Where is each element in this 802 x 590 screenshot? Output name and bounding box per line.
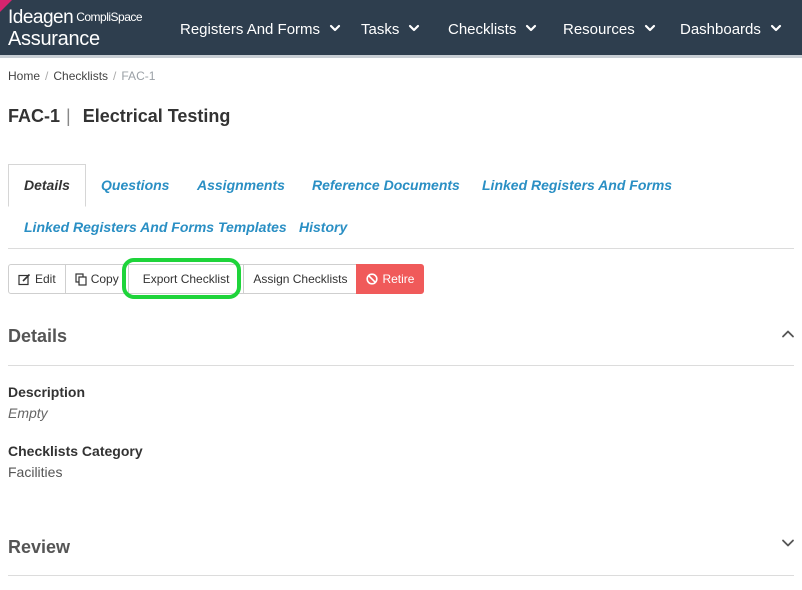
- retire-button[interactable]: Retire: [356, 264, 425, 294]
- breadcrumb-checklists[interactable]: Checklists: [53, 69, 108, 83]
- nav-checklists[interactable]: Checklists: [448, 0, 537, 58]
- nav-dashboards[interactable]: Dashboards: [680, 0, 782, 58]
- tab-questions[interactable]: Questions: [101, 177, 169, 193]
- details-section-title: Details: [8, 326, 68, 346]
- tab-history[interactable]: History: [299, 219, 347, 235]
- chevron-down-icon[interactable]: [781, 536, 795, 550]
- page-title: FAC-1 | Electrical Testing: [8, 106, 230, 127]
- nav-registers-and-forms[interactable]: Registers And Forms: [180, 0, 341, 58]
- top-navbar: Ideagen CompliSpace Assurance Registers A…: [0, 0, 802, 58]
- chevron-down-icon: [644, 24, 655, 32]
- tab-details[interactable]: Details: [8, 164, 86, 207]
- breadcrumb: Home / Checklists / FAC-1: [8, 69, 155, 83]
- breadcrumb-separator: /: [113, 69, 117, 83]
- nav-label: Registers And Forms: [180, 20, 321, 38]
- export-checklist-label: Export Checklist: [142, 272, 230, 286]
- chevron-down-icon: [526, 24, 537, 32]
- tabs-divider: [8, 248, 794, 249]
- assign-checklists-button[interactable]: Assign Checklists: [243, 264, 358, 294]
- breadcrumb-current: FAC-1: [121, 69, 156, 83]
- logo-brand: Ideagen: [8, 7, 74, 28]
- breadcrumb-home[interactable]: Home: [8, 69, 40, 83]
- tab-assignments[interactable]: Assignments: [197, 177, 285, 193]
- checklist-name: Electrical Testing: [82, 106, 231, 126]
- logo[interactable]: Ideagen CompliSpace Assurance: [8, 7, 143, 51]
- nav-resources[interactable]: Resources: [563, 0, 656, 58]
- chevron-down-icon: [409, 24, 420, 32]
- chevron-up-icon[interactable]: [781, 327, 795, 341]
- breadcrumb-separator: /: [45, 69, 49, 83]
- review-section-divider: [8, 575, 794, 576]
- title-divider: |: [66, 106, 71, 126]
- assign-checklists-label: Assign Checklists: [253, 272, 348, 286]
- details-section-divider: [8, 365, 794, 366]
- nav-label: Resources: [563, 20, 635, 38]
- nav-tasks[interactable]: Tasks: [361, 0, 420, 58]
- tab-linked-registers-and-forms[interactable]: Linked Registers And Forms: [482, 177, 672, 193]
- description-label: Description: [8, 384, 86, 400]
- checklist-code: FAC-1: [8, 106, 61, 126]
- retire-button-label: Retire: [382, 272, 415, 286]
- nav-label: Dashboards: [680, 20, 761, 38]
- copy-icon: [75, 272, 87, 286]
- chevron-down-icon: [329, 24, 341, 32]
- tab-reference-documents[interactable]: Reference Documents: [312, 177, 460, 193]
- edit-button-label: Edit: [35, 272, 56, 286]
- edit-icon: [18, 273, 31, 285]
- description-value: Empty: [8, 405, 48, 421]
- checklists-category-label: Checklists Category: [8, 443, 143, 459]
- ban-icon: [366, 273, 379, 285]
- logo-subtitle: Assurance: [8, 28, 100, 50]
- tab-linked-registers-and-forms-templates[interactable]: Linked Registers And Forms Templates: [24, 219, 287, 235]
- review-section-title: Review: [8, 537, 71, 557]
- logo-product: CompliSpace: [76, 10, 143, 24]
- checklists-category-value: Facilities: [8, 464, 63, 480]
- action-button-group: Edit Copy Export Checklist Assign Checkl…: [8, 264, 425, 294]
- nav-label: Checklists: [448, 20, 517, 38]
- copy-button-label: Copy: [90, 272, 119, 286]
- edit-button[interactable]: Edit: [8, 264, 66, 294]
- export-checklist-button[interactable]: Export Checklist: [127, 264, 245, 294]
- copy-button[interactable]: Copy: [64, 264, 129, 294]
- nav-label: Tasks: [361, 20, 400, 38]
- chevron-down-icon: [770, 24, 781, 32]
